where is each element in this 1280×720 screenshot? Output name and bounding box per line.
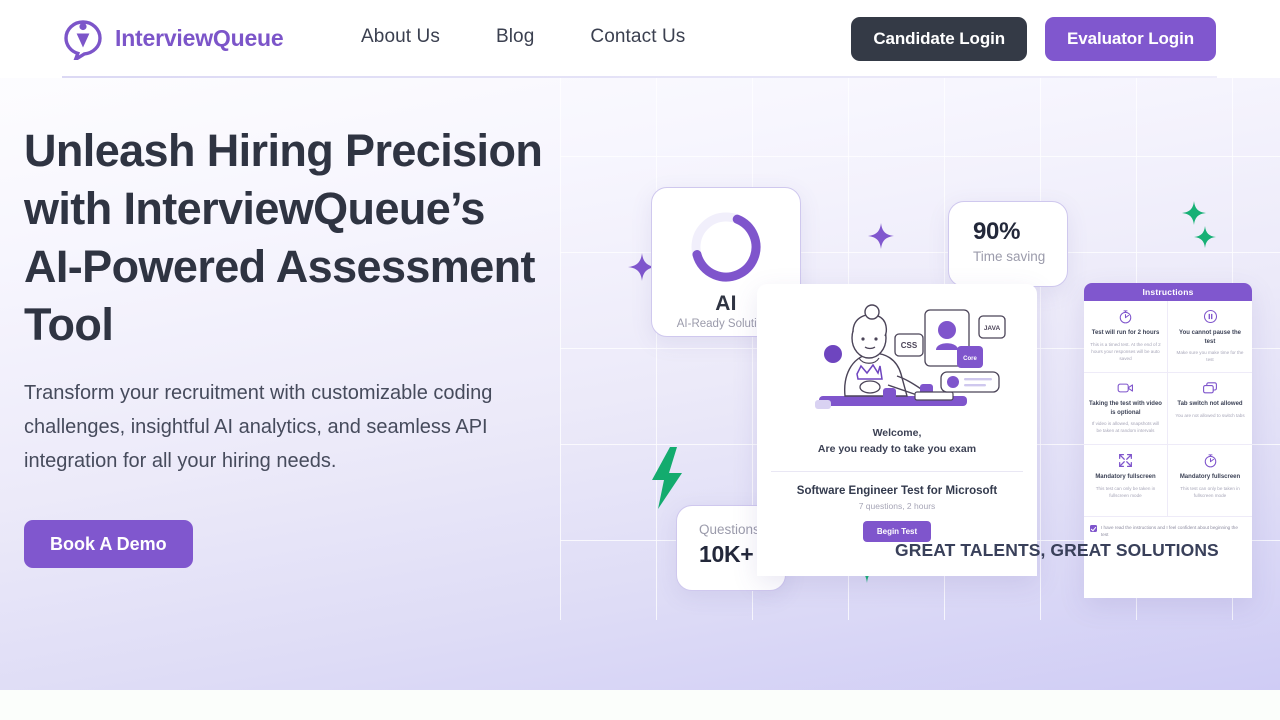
instruction-title: Mandatory fullscreen	[1179, 474, 1241, 480]
instruction-desc: This test can only be taken in fullscree…	[1095, 485, 1156, 498]
instructions-grid: Test will run for 2 hours This is a time…	[1084, 301, 1252, 517]
instruction-tile-fullscreen-2: Mandatory fullscreen This test can only …	[1168, 445, 1252, 517]
instruction-desc: This test can only be taken in fullscree…	[1180, 485, 1240, 498]
navbar: InterviewQueue About Us Blog Contact Us …	[0, 0, 1280, 78]
navbar-divider	[62, 76, 1217, 78]
instruction-desc: Make sure you make time for the test	[1176, 350, 1244, 362]
tab-switch-icon	[1173, 381, 1247, 395]
time-saving-card: 90% Time saving	[948, 201, 1068, 287]
page-bottom-strip	[0, 690, 1280, 720]
exam-test-title: Software Engineer Test for Microsoft	[796, 485, 998, 497]
instruction-title: Test will run for 2 hours	[1091, 330, 1160, 336]
instruction-desc: If video is allowed, snapshots will be t…	[1091, 421, 1160, 433]
nav-actions: Candidate Login Evaluator Login	[851, 17, 1216, 61]
nav-link-about-us[interactable]: About Us	[361, 26, 440, 48]
exam-welcome-line-2: Are you ready to take you exam	[817, 443, 977, 455]
exam-illustration: CSS JAVA Core	[757, 284, 1037, 422]
instruction-desc: This is a timed test. At the end of 2 ho…	[1090, 341, 1161, 361]
instruction-tile-video: Taking the test with video is optional I…	[1084, 373, 1168, 445]
instruction-tile-fullscreen: Mandatory fullscreen This test can only …	[1084, 445, 1168, 517]
nav-links: About Us Blog Contact Us	[361, 26, 685, 48]
exam-test-meta: 7 questions, 2 hours	[858, 501, 936, 511]
hero-visual: AI AI-Ready Solutions 90% Time saving Qu…	[560, 60, 1280, 660]
svg-text:Core: Core	[963, 356, 977, 362]
candidate-login-button[interactable]: Candidate Login	[851, 17, 1028, 61]
instruction-title: Tab switch not allowed	[1177, 401, 1243, 407]
brand-logo[interactable]: InterviewQueue	[62, 16, 284, 64]
svg-text:CSS: CSS	[901, 341, 918, 350]
brand-name: InterviewQueue	[115, 24, 284, 51]
begin-test-button[interactable]: Begin Test	[862, 521, 932, 542]
hero-subtitle: Transform your recruitment with customiz…	[24, 382, 493, 472]
exam-welcome-line-1: Welcome,	[872, 427, 922, 439]
pause-icon	[1173, 309, 1247, 324]
stopwatch-icon	[1173, 453, 1247, 468]
exam-divider	[771, 471, 1023, 472]
instruction-title: You cannot pause the test	[1179, 330, 1241, 345]
hero-copy: Unleash Hiring Precision with InterviewQ…	[24, 122, 544, 568]
time-saving-label: Time saving	[973, 249, 1046, 264]
nav-link-blog[interactable]: Blog	[496, 26, 534, 48]
time-saving-value: 90%	[973, 218, 1021, 245]
consent-checkbox[interactable]	[1090, 525, 1097, 532]
video-camera-icon	[1089, 381, 1162, 395]
sparkle-purple-mid	[868, 223, 894, 254]
instruction-title: Mandatory fullscreen	[1095, 474, 1156, 480]
page-root: InterviewQueue About Us Blog Contact Us …	[0, 0, 1280, 720]
consent-label: I have read the instructions and I feel …	[1101, 525, 1238, 537]
page-title: Unleash Hiring Precision with InterviewQ…	[24, 125, 543, 350]
svg-text:JAVA: JAVA	[984, 325, 1001, 332]
instruction-tile-no-pause: You cannot pause the test Make sure you …	[1168, 301, 1252, 373]
instruction-tile-duration: Test will run for 2 hours This is a time…	[1084, 301, 1168, 373]
instruction-title: Taking the test with video is optional	[1089, 401, 1162, 416]
interview-queue-logo-icon	[62, 16, 104, 64]
exam-preview-panel: CSS JAVA Core Welcome, Are you ready to …	[757, 284, 1037, 576]
lightning-bolt-icon	[647, 447, 687, 514]
ai-progress-ring	[652, 208, 800, 286]
evaluator-login-button[interactable]: Evaluator Login	[1045, 17, 1216, 61]
book-a-demo-button[interactable]: Book A Demo	[24, 520, 193, 568]
sparkle-green-top-2	[1194, 225, 1216, 254]
nav-link-contact-us[interactable]: Contact Us	[590, 26, 685, 48]
instruction-tile-tab-switch: Tab switch not allowed You are not allow…	[1168, 373, 1252, 445]
fullscreen-icon	[1089, 453, 1162, 468]
instructions-header: Instructions	[1084, 283, 1252, 301]
instruction-desc: You are not allowed to switch tabs	[1175, 412, 1245, 418]
stopwatch-icon	[1089, 309, 1162, 324]
tagline: GREAT TALENTS, GREAT SOLUTIONS	[895, 540, 1219, 560]
